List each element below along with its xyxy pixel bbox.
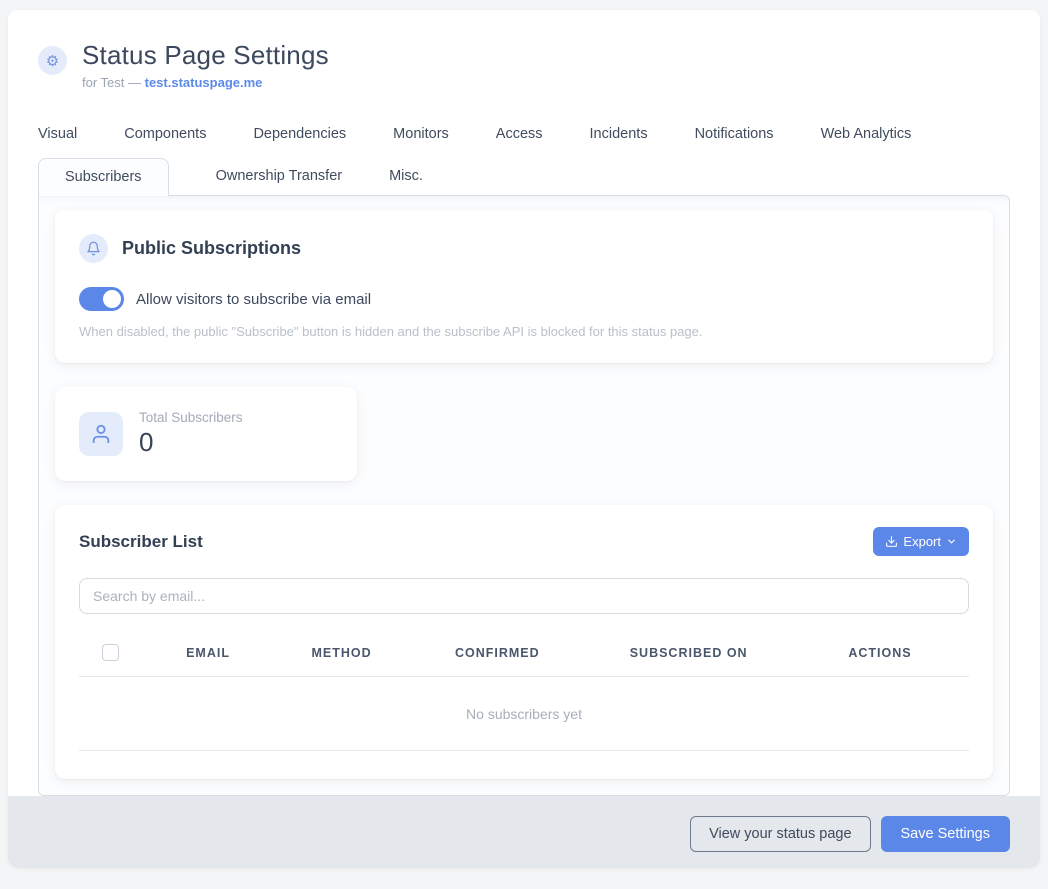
column-email: EMAIL [141, 632, 275, 677]
public-subscriptions-card: Public Subscriptions Allow visitors to s… [55, 210, 993, 363]
column-subscribed-on: SUBSCRIBED ON [586, 632, 791, 677]
bell-badge [79, 234, 108, 263]
settings-badge: ⚙ [38, 46, 67, 75]
subscriber-table-header-row: EMAIL METHOD CONFIRMED SUBSCRIBED ON ACT… [79, 632, 969, 677]
tab-ownership-transfer[interactable]: Ownership Transfer [216, 158, 343, 195]
select-all-checkbox[interactable] [102, 644, 119, 661]
subscribe-toggle-row: Allow visitors to subscribe via email [79, 287, 969, 311]
toggle-label: Allow visitors to subscribe via email [136, 291, 371, 308]
subscriber-stat-badge [79, 412, 123, 456]
export-button[interactable]: Export [873, 527, 969, 556]
tab-dependencies[interactable]: Dependencies [253, 122, 346, 146]
tab-notifications[interactable]: Notifications [695, 122, 774, 146]
user-icon [90, 423, 112, 445]
page-header-text: Status Page Settings for Test — test.sta… [82, 40, 329, 90]
subscriber-list-title: Subscriber List [79, 532, 203, 552]
tab-incidents[interactable]: Incidents [590, 122, 648, 146]
chevron-down-icon [946, 536, 957, 547]
footer-action-bar: View your status page Save Settings [8, 796, 1040, 868]
total-subscribers-card: Total Subscribers 0 [55, 387, 357, 481]
gear-icon: ⚙ [46, 52, 59, 70]
view-status-page-button[interactable]: View your status page [690, 816, 870, 852]
total-subscribers-label: Total Subscribers [139, 410, 243, 425]
public-subscriptions-title: Public Subscriptions [122, 238, 301, 259]
subscriber-table: EMAIL METHOD CONFIRMED SUBSCRIBED ON ACT… [79, 632, 969, 751]
subscriber-list-card: Subscriber List Export EMAIL METHOD CONF… [55, 505, 993, 779]
toggle-helper-text: When disabled, the public "Subscribe" bu… [79, 324, 969, 339]
export-button-label: Export [903, 534, 941, 549]
subtitle-prefix: for Test — [82, 75, 145, 90]
page-title: Status Page Settings [82, 40, 329, 71]
toggle-knob [103, 290, 121, 308]
tab-components[interactable]: Components [124, 122, 206, 146]
subscriber-stat-text: Total Subscribers 0 [139, 410, 243, 458]
tab-access[interactable]: Access [496, 122, 543, 146]
download-icon [885, 535, 898, 548]
column-actions: ACTIONS [791, 632, 969, 677]
tab-bar-secondary: Subscribers Ownership Transfer Misc. [8, 158, 1040, 195]
column-method: METHOD [275, 632, 409, 677]
save-settings-button[interactable]: Save Settings [881, 816, 1010, 852]
allow-subscribe-toggle[interactable] [79, 287, 124, 311]
subscribers-panel: Public Subscriptions Allow visitors to s… [38, 195, 1010, 796]
status-page-link[interactable]: test.statuspage.me [145, 75, 263, 90]
empty-state-text: No subscribers yet [79, 677, 969, 751]
tab-monitors[interactable]: Monitors [393, 122, 449, 146]
tab-visual[interactable]: Visual [38, 122, 77, 146]
page-subtitle: for Test — test.statuspage.me [82, 75, 329, 90]
empty-state-row: No subscribers yet [79, 677, 969, 751]
tab-subscribers[interactable]: Subscribers [38, 158, 169, 196]
public-subscriptions-header: Public Subscriptions [79, 234, 969, 263]
page-header: ⚙ Status Page Settings for Test — test.s… [8, 10, 1040, 90]
total-subscribers-value: 0 [139, 427, 243, 458]
status-page-settings-card: ⚙ Status Page Settings for Test — test.s… [8, 10, 1040, 868]
bell-icon [86, 241, 101, 256]
column-confirmed: CONFIRMED [408, 632, 586, 677]
tab-web-analytics[interactable]: Web Analytics [821, 122, 912, 146]
tab-bar-primary: Visual Components Dependencies Monitors … [8, 122, 1040, 146]
subscriber-list-header: Subscriber List Export [79, 527, 969, 556]
tab-misc[interactable]: Misc. [389, 158, 423, 195]
search-email-input[interactable] [79, 578, 969, 614]
